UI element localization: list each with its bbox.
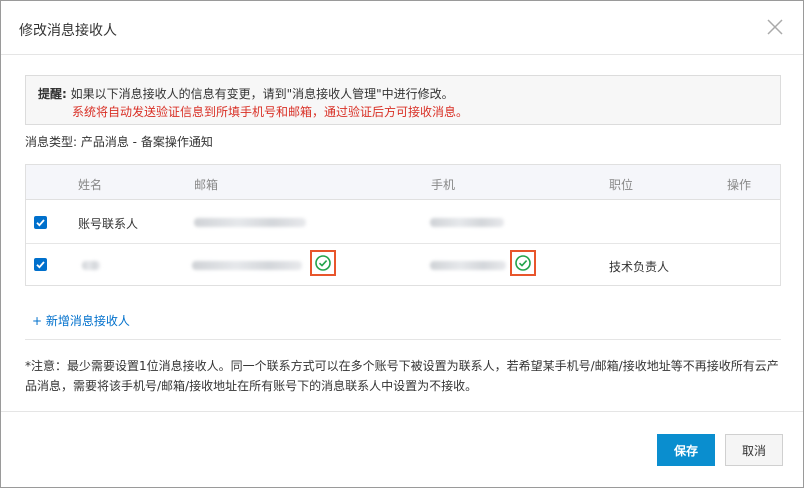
header-email: 邮箱: [194, 178, 219, 192]
table-row: 技术负责人: [26, 244, 780, 287]
phone-verified-badge: [510, 250, 536, 276]
recipients-table: 姓名 邮箱 手机 职位 操作 账号联系人 技术负责人: [25, 164, 781, 286]
header-phone: 手机: [431, 178, 456, 192]
close-icon: [767, 19, 783, 35]
email-verified-badge: [310, 250, 336, 276]
row-checkbox[interactable]: [34, 258, 47, 271]
check-circle-icon: [515, 255, 531, 271]
add-recipient-link[interactable]: + 新增消息接收人: [32, 312, 130, 329]
notice-warning: 系统将自动发送验证信息到所填手机号和邮箱，通过验证后方可接收消息。: [72, 105, 469, 119]
name-redacted: [82, 261, 100, 270]
phone-redacted: [430, 218, 504, 227]
notice-line: 提醒: 如果以下消息接收人的信息有变更，请到"消息接收人管理"中进行修改。: [38, 85, 454, 102]
email-redacted: [194, 218, 306, 227]
save-button[interactable]: 保存: [657, 434, 715, 466]
header-position: 职位: [609, 178, 634, 192]
table-row: 账号联系人: [26, 201, 780, 244]
recipient-position: 技术负责人: [609, 260, 670, 274]
modify-recipients-dialog: 修改消息接收人 提醒: 如果以下消息接收人的信息有变更，请到"消息接收人管理"中…: [0, 0, 804, 488]
close-button[interactable]: [765, 17, 785, 37]
check-circle-icon: [315, 255, 331, 271]
divider: [25, 339, 781, 340]
message-type: 消息类型: 产品消息 - 备案操作通知: [25, 135, 213, 149]
checkmark-icon: [36, 261, 45, 269]
dialog-header: 修改消息接收人: [1, 1, 803, 55]
table-header: 姓名 邮箱 手机 职位 操作: [26, 165, 780, 200]
header-action: 操作: [727, 178, 752, 192]
dialog-title: 修改消息接收人: [19, 23, 117, 39]
recipient-name: 账号联系人: [78, 217, 139, 231]
notice-label: 提醒:: [38, 87, 67, 101]
notice-text: 如果以下消息接收人的信息有变更，请到"消息接收人管理"中进行修改。: [70, 87, 454, 101]
email-redacted: [192, 261, 302, 270]
cancel-button[interactable]: 取消: [725, 434, 783, 466]
note-text: *注意：最少需要设置1位消息接收人。同一个联系方式可以在多个账号下被设置为联系人…: [25, 359, 779, 393]
header-name: 姓名: [78, 178, 103, 192]
notice-box: 提醒: 如果以下消息接收人的信息有变更，请到"消息接收人管理"中进行修改。 系统…: [25, 75, 781, 125]
checkmark-icon: [36, 219, 45, 227]
row-checkbox[interactable]: [34, 216, 47, 229]
footer-divider: [1, 411, 803, 412]
phone-redacted: [430, 261, 506, 270]
